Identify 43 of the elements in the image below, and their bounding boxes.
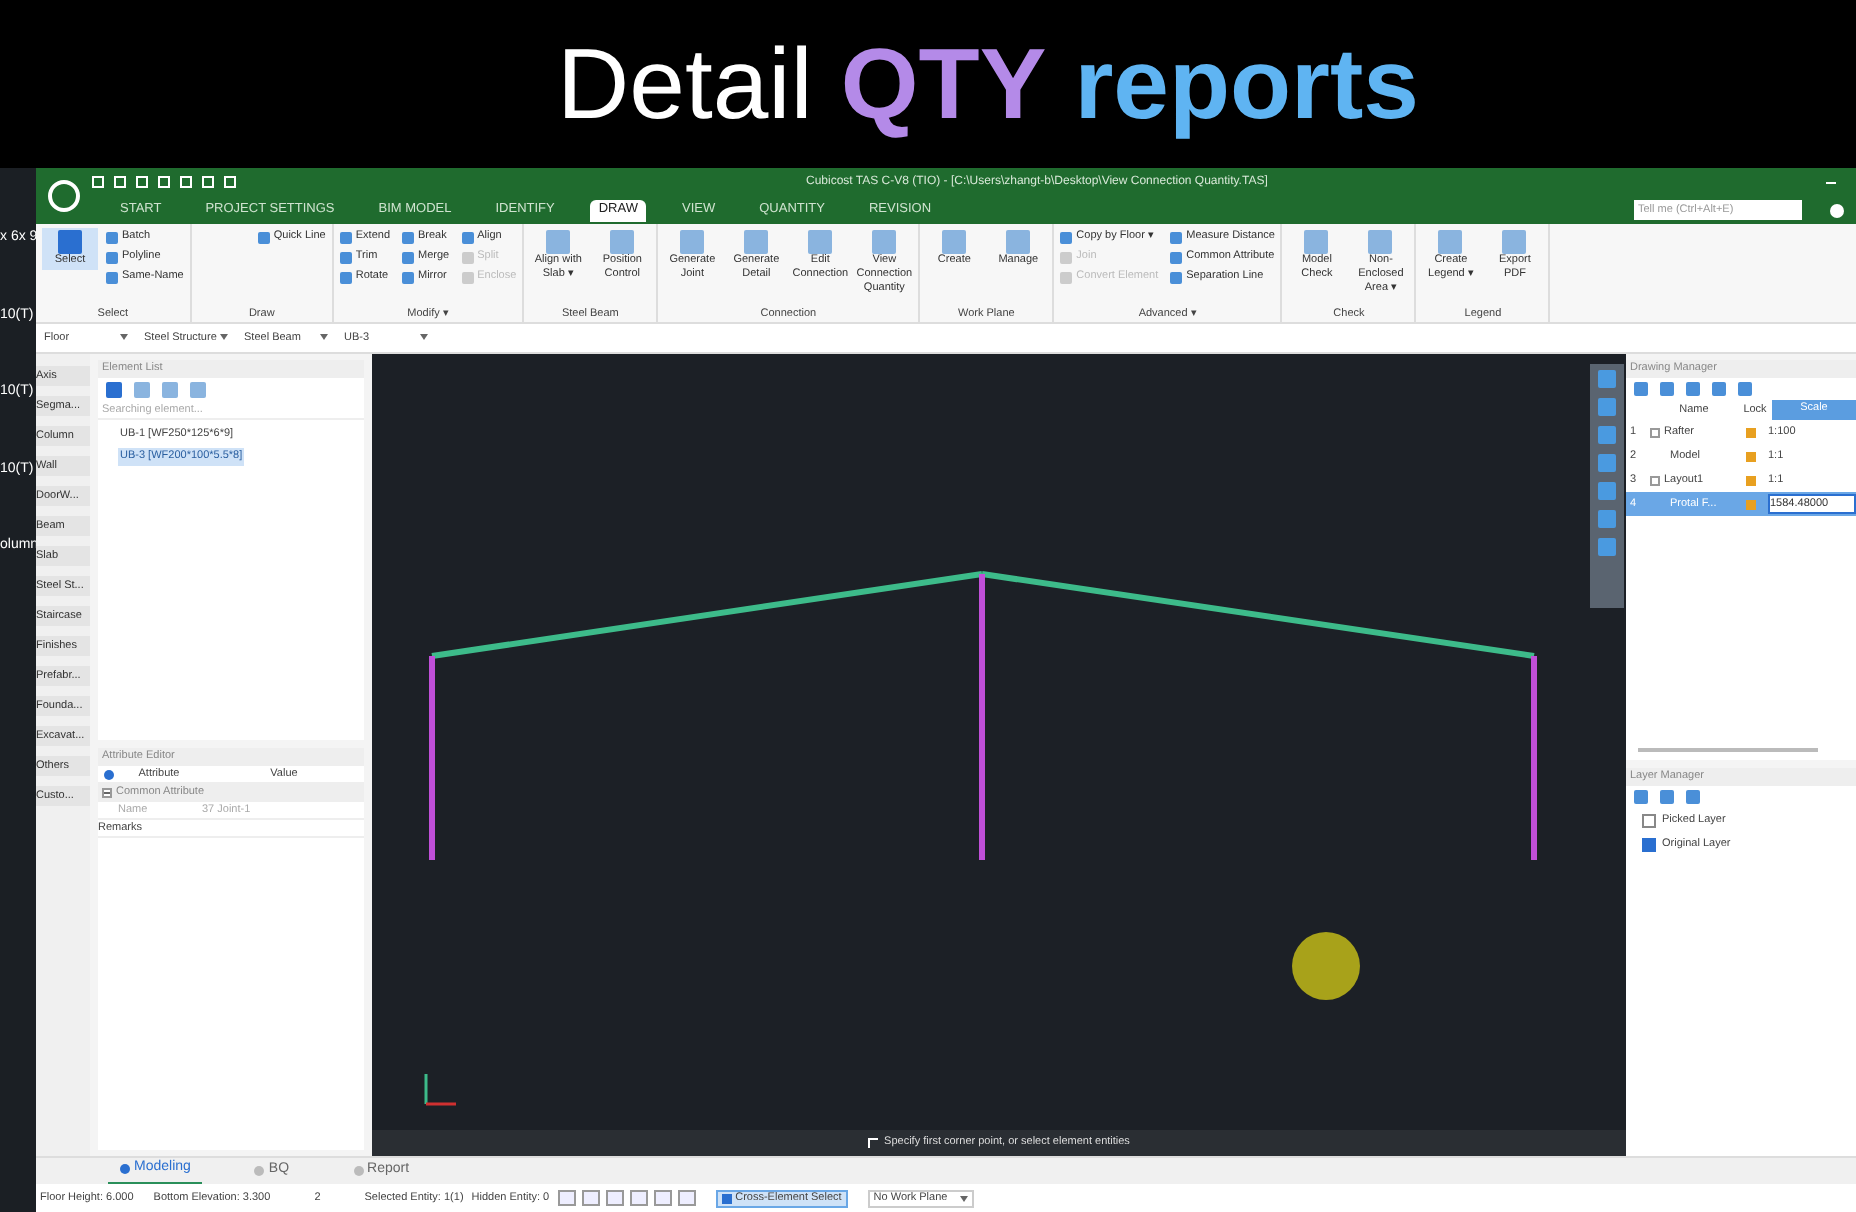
tool-icon <box>872 230 897 254</box>
lock-icon <box>1746 451 1756 461</box>
collapse-icon[interactable] <box>102 788 112 798</box>
app-logo-icon <box>48 180 80 212</box>
tool-icon <box>1502 230 1527 254</box>
tab-icon <box>120 1164 130 1174</box>
caret-icon <box>220 333 228 340</box>
cursor-highlight <box>1292 932 1360 1000</box>
info-icon <box>104 769 114 779</box>
tab-icon <box>353 1166 364 1176</box>
tool-icon <box>58 230 82 254</box>
caret-icon <box>120 333 128 340</box>
banner-title: Detail <box>557 34 813 134</box>
lock-icon <box>1746 499 1756 509</box>
collapse-icon[interactable] <box>1650 475 1660 485</box>
tool-icon <box>744 230 769 254</box>
caret-icon <box>420 333 428 340</box>
caret-icon <box>320 333 328 340</box>
tool-icon <box>610 230 635 254</box>
collapse-icon[interactable] <box>1650 427 1660 437</box>
banner-title: QTY <box>840 34 1047 134</box>
layer-checkbox[interactable] <box>1642 837 1656 851</box>
layer-checkbox[interactable] <box>1642 813 1656 827</box>
lock-icon <box>1746 427 1756 437</box>
banner-title: reports <box>1074 34 1419 134</box>
lock-icon <box>1746 475 1756 485</box>
steel-frame-drawing[interactable] <box>429 571 1537 860</box>
tool-icon <box>1438 230 1463 254</box>
caret-icon <box>959 1195 968 1201</box>
tab-icon <box>254 1166 265 1176</box>
tool-icon <box>942 230 967 254</box>
axis-icon <box>424 1074 456 1106</box>
tool-icon <box>680 230 705 254</box>
tool-icon <box>1368 230 1393 254</box>
tool-icon <box>808 230 833 254</box>
minimize-button[interactable] <box>1826 181 1836 183</box>
tool-icon <box>546 230 571 254</box>
cursor-icon <box>868 1138 879 1148</box>
tool-icon <box>1304 230 1329 254</box>
add-icon <box>106 382 122 398</box>
tool-icon <box>1006 230 1031 254</box>
tool-icon <box>257 231 270 243</box>
checkbox-icon <box>721 1193 732 1203</box>
